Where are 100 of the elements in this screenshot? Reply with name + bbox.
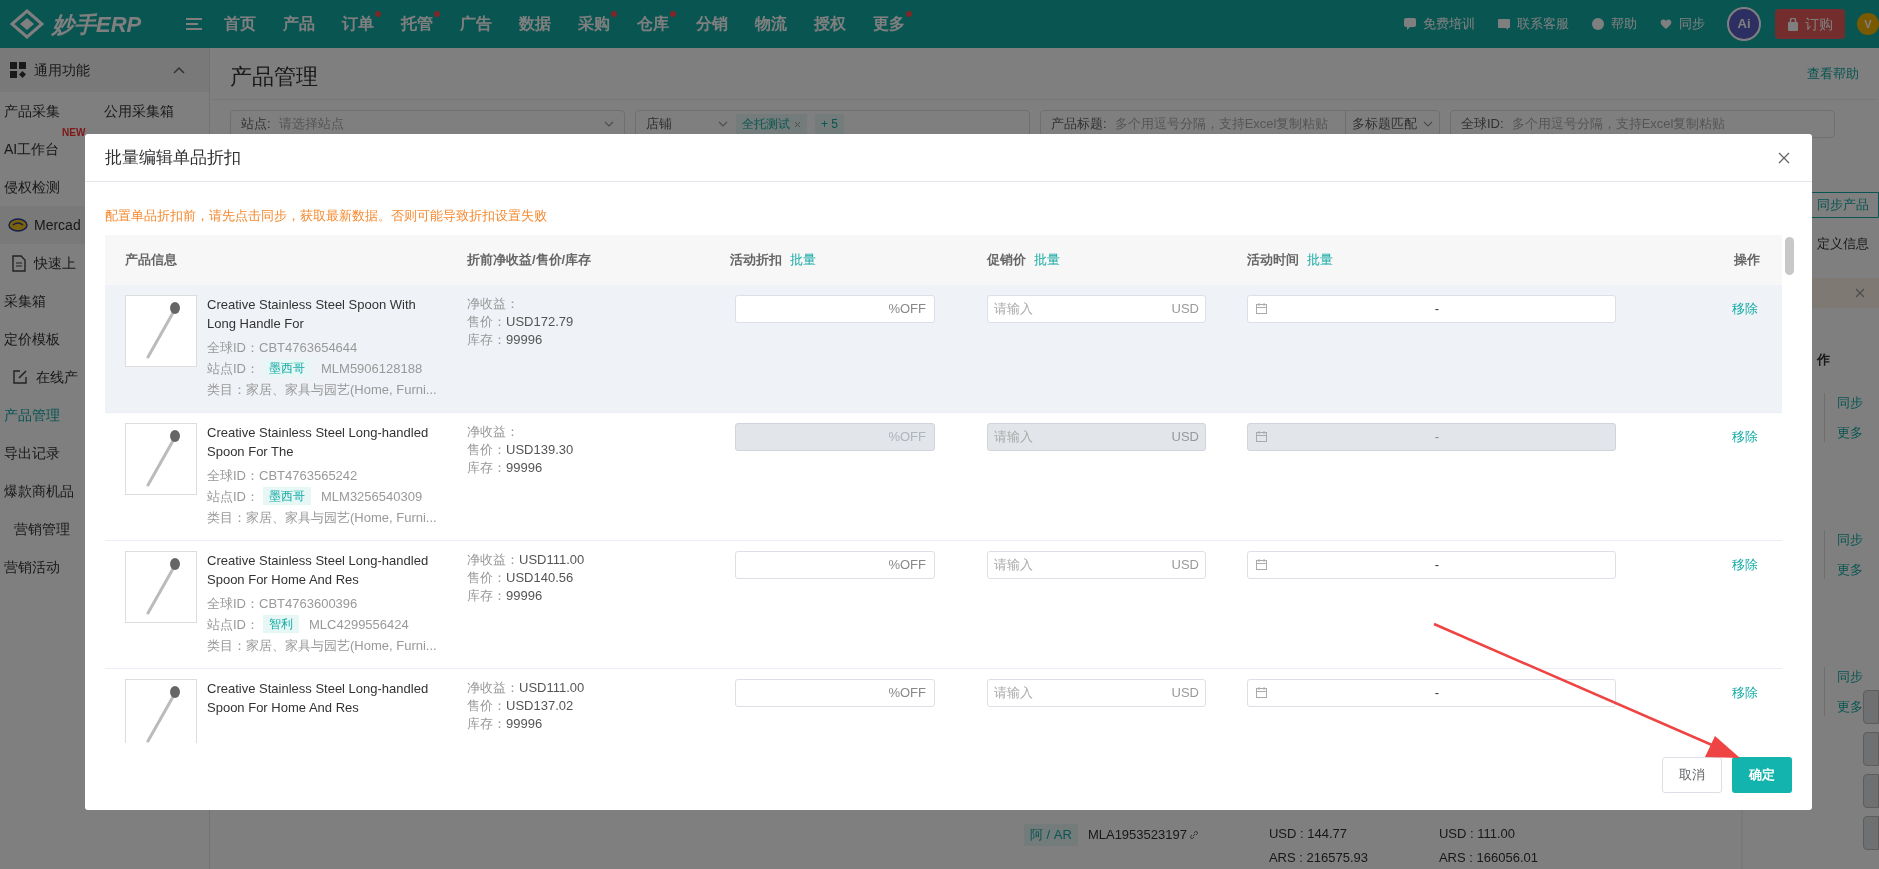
more-link[interactable]: 更多: [1837, 559, 1879, 579]
side-tool-icon[interactable]: [1863, 732, 1879, 766]
sidebar-item[interactable]: 定价模板: [0, 328, 60, 350]
custom-info-link[interactable]: 定义信息: [1817, 234, 1879, 254]
calendar-icon: [1256, 687, 1267, 698]
help-link[interactable]: 查看帮助: [1807, 63, 1859, 83]
remove-link[interactable]: 移除: [1732, 682, 1758, 703]
top-link[interactable]: 联系客服: [1497, 14, 1569, 34]
sidebar-item[interactable]: 营销活动: [0, 556, 60, 578]
side-tool-icon[interactable]: [1863, 690, 1879, 724]
date-range-field[interactable]: -: [1247, 678, 1616, 707]
sync-link[interactable]: 同步: [1837, 530, 1879, 550]
field-label: 库存：: [467, 458, 506, 477]
nav-item[interactable]: 仓库: [637, 15, 669, 32]
nav-item[interactable]: 更多: [873, 15, 905, 32]
column-header: 产品信息: [125, 250, 177, 269]
batch-link[interactable]: 批量: [1307, 249, 1333, 270]
nav-item[interactable]: 分销: [696, 15, 728, 32]
column-header: 作: [1817, 350, 1831, 369]
ai-avatar[interactable]: Ai: [1727, 7, 1761, 41]
field-value: USD139.30: [506, 440, 574, 459]
field-value: 99996: [506, 330, 543, 349]
field-label: 库存：: [467, 714, 506, 733]
field-label: 净收益：: [467, 422, 519, 441]
promo-price-field[interactable]: 请输入 USD: [987, 550, 1206, 579]
field-value: 99996: [506, 714, 543, 733]
column-header: 促销价: [987, 250, 1026, 269]
nav-item[interactable]: 授权: [814, 15, 846, 32]
promo-price-field[interactable]: 请输入 USD: [987, 294, 1206, 323]
new-label: NEW: [62, 127, 86, 139]
order-button[interactable]: 订购: [1775, 9, 1845, 39]
sidebar-section-header[interactable]: 通用功能: [0, 48, 209, 92]
remove-link[interactable]: 移除: [1732, 298, 1758, 319]
calendar-icon: [1256, 431, 1267, 442]
nav-item[interactable]: 托管: [401, 15, 433, 32]
nav-item[interactable]: 首页: [224, 15, 256, 32]
nav-item[interactable]: 采购: [578, 15, 610, 32]
training-icon: [1403, 17, 1417, 31]
cancel-button[interactable]: 取消: [1662, 756, 1722, 793]
top-link[interactable]: 免费培训: [1403, 14, 1475, 34]
vip-badge: V: [1857, 13, 1879, 35]
more-tag: + 5: [815, 114, 844, 134]
edit-icon: [12, 369, 28, 385]
batch-link[interactable]: 批量: [1034, 249, 1060, 270]
sidebar-item[interactable]: 采集箱: [0, 290, 46, 312]
sidebar-item[interactable]: 产品管理: [0, 404, 60, 426]
scrollbar-thumb[interactable]: [1785, 236, 1794, 275]
field-label: 库存：: [467, 330, 506, 349]
nav-item[interactable]: 物流: [755, 15, 787, 32]
nav-item[interactable]: 订单: [342, 15, 374, 32]
site-tag: 墨西哥: [263, 359, 311, 377]
field-label: 售价：: [467, 440, 506, 459]
confirm-button[interactable]: 确定: [1732, 756, 1792, 793]
nav-item[interactable]: 广告: [460, 15, 492, 32]
field-value: USD137.02: [506, 696, 574, 715]
sidebar-item[interactable]: AI工作台: [0, 138, 60, 160]
close-icon: [794, 120, 801, 128]
sidebar-item[interactable]: 导出记录: [0, 442, 60, 464]
date-range-field[interactable]: -: [1247, 550, 1616, 579]
nav-item[interactable]: 产品: [283, 15, 315, 32]
site-id-text: MLC4299556424: [309, 615, 409, 634]
sync-link[interactable]: 同步: [1837, 393, 1879, 413]
grid-icon: [10, 62, 26, 78]
date-range-field[interactable]: -: [1247, 294, 1616, 323]
date-range-field: -: [1247, 422, 1616, 451]
discount-field[interactable]: %OFF: [735, 294, 935, 323]
close-icon[interactable]: [1778, 151, 1790, 164]
store-tag: 全托测试: [736, 114, 807, 134]
side-tool-icon[interactable]: [1863, 816, 1879, 850]
top-link[interactable]: 同步: [1659, 14, 1705, 34]
menu-icon[interactable]: [186, 17, 202, 31]
top-link[interactable]: 帮助: [1591, 14, 1637, 34]
sync-link[interactable]: 同步: [1837, 667, 1879, 687]
sidebar-item[interactable]: 在线产: [0, 366, 78, 388]
field-value: USD111.00: [519, 550, 585, 569]
discount-field[interactable]: %OFF: [735, 550, 935, 579]
product-title: Creative Stainless Steel Long-handled Spoon For Home And Res: [207, 679, 430, 717]
sidebar-item[interactable]: 爆款商机品: [0, 480, 74, 502]
sidebar-item[interactable]: 营销管理: [0, 518, 70, 540]
field-label: 净收益：: [467, 678, 519, 697]
sidebar-item[interactable]: 快速上: [0, 252, 76, 274]
remove-link[interactable]: 移除: [1732, 554, 1758, 575]
calendar-icon: [1256, 559, 1267, 570]
modal-title: 批量编辑单品折扣: [105, 146, 241, 169]
document-icon: [12, 254, 26, 272]
nav-item[interactable]: 数据: [519, 15, 551, 32]
sidebar-item[interactable]: 侵权检测: [0, 176, 60, 198]
batch-link[interactable]: 批量: [790, 249, 816, 270]
price-text: USD : 144.77: [1268, 825, 1348, 843]
page-title: 产品管理: [230, 63, 318, 91]
promo-price-field[interactable]: 请输入 USD: [987, 678, 1206, 707]
sidebar-item[interactable]: 公用采集箱: [100, 100, 200, 122]
discount-field[interactable]: %OFF: [735, 678, 935, 707]
sidebar-item[interactable]: 产品采集: [0, 100, 100, 122]
product-title: Creative Stainless Steel Long-handled Spoon For The: [207, 423, 430, 461]
side-tool-icon[interactable]: [1863, 774, 1879, 808]
more-link[interactable]: 更多: [1837, 422, 1879, 442]
sidebar-item[interactable]: Mercad: [0, 214, 81, 236]
field-label: 售价：: [467, 696, 506, 715]
column-header: 折前净收益/售价/库存: [467, 250, 592, 269]
